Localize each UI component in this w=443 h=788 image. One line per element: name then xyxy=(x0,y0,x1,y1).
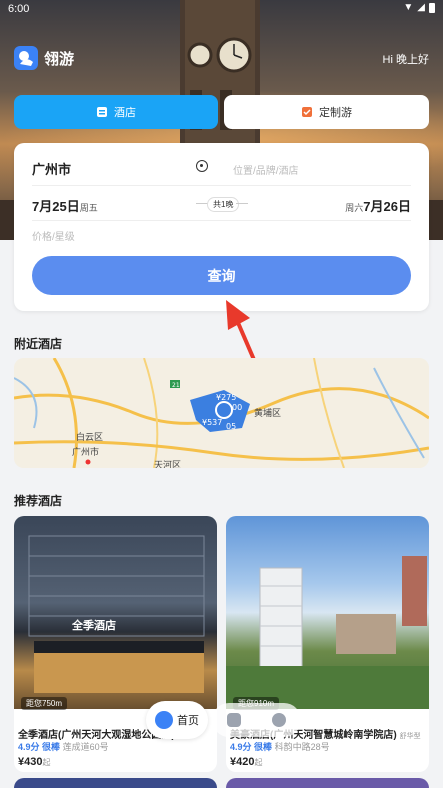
hotel-sign: 全季酒店 xyxy=(71,618,116,632)
brand: 翎游 xyxy=(14,46,74,70)
nights-badge: 共1晚 xyxy=(207,197,240,212)
search-button[interactable]: 查询 xyxy=(32,256,411,295)
divider xyxy=(32,185,411,186)
nearby-hotels-title: 附近酒店 xyxy=(14,337,63,351)
hotel-price-value: ¥420 xyxy=(230,756,255,768)
bottom-nav: 首页 xyxy=(146,701,301,739)
checkout-weekday: 周六 xyxy=(345,203,364,213)
divider xyxy=(236,203,248,204)
search-card: 广州市 位置/品牌/酒店 7月25日周五 共1晚 周六7月26日 价格/星级 查… xyxy=(14,143,429,311)
price-star-filter[interactable]: 价格/星级 xyxy=(32,228,75,243)
hotel-image xyxy=(226,516,429,709)
nav-home-label: 首页 xyxy=(177,715,199,727)
home-icon xyxy=(155,711,173,729)
hotel-card-peek xyxy=(14,778,217,788)
app-logo-icon xyxy=(14,46,38,70)
app-name: 翎游 xyxy=(44,50,75,68)
map-label: 白云区 xyxy=(76,431,103,443)
wifi-icon: ▼ xyxy=(403,2,414,13)
distance-badge: 距您750m xyxy=(21,697,68,710)
tab-hotel[interactable]: 酒店 xyxy=(14,95,218,129)
tab-custom-tour[interactable]: 定制游 xyxy=(224,95,429,129)
hotel-price-value: ¥430 xyxy=(18,756,43,768)
map-view: 21 ¥275 ¥537 00 05 白云区 广州市 黄埔区 天河区 xyxy=(14,358,429,468)
checkin-date-value: 7月25日 xyxy=(32,199,80,214)
battery-icon xyxy=(429,2,435,13)
hotel-rating: 很棒 xyxy=(42,742,61,752)
route-number: 21 xyxy=(172,382,180,389)
profile-icon[interactable] xyxy=(271,713,286,727)
tab-custom-tour-label: 定制游 xyxy=(319,107,352,119)
map-price-marker[interactable]: ¥537 xyxy=(202,418,222,427)
checkin-date[interactable]: 7月25日周五 xyxy=(32,196,98,215)
hotel-price: ¥420起 xyxy=(230,756,262,768)
map-label: 黄埔区 xyxy=(254,407,281,419)
hotel-meta: 4.9分 很棒 莲成道60号 xyxy=(18,740,109,753)
hotel-rating: 很棒 xyxy=(254,742,273,752)
hotel-price-unit: 起 xyxy=(42,758,51,767)
map-price-marker[interactable]: ¥275 xyxy=(216,393,236,402)
map-label: 广州市 xyxy=(72,446,99,458)
map-price-marker[interactable]: 05 xyxy=(226,422,236,431)
location-search-input[interactable]: 位置/品牌/酒店 xyxy=(233,162,299,177)
hotel-address: 科韵中路28号 xyxy=(274,742,330,752)
signal-icon: ◢ xyxy=(417,2,425,13)
status-bar: 6:00 ▼ ◢ xyxy=(0,0,443,18)
orders-icon[interactable] xyxy=(227,713,242,727)
checkout-date-value: 7月26日 xyxy=(363,199,411,214)
hotel-icon xyxy=(97,107,107,117)
status-time: 6:00 xyxy=(8,3,30,15)
map-price-marker[interactable]: 00 xyxy=(232,403,242,412)
custom-tour-icon xyxy=(302,107,312,117)
map-label: 天河区 xyxy=(154,459,181,468)
tab-hotel-label: 酒店 xyxy=(114,107,136,119)
greeting-text: Hi 晚上好 xyxy=(382,54,429,66)
hotel-image: 全季酒店 xyxy=(14,516,217,709)
city-selector[interactable]: 广州市 xyxy=(32,159,71,178)
hotel-meta: 4.9分 很棒 科韵中路28号 xyxy=(230,740,330,753)
hotel-price-unit: 起 xyxy=(254,758,263,767)
hotel-score: 4.9分 xyxy=(230,742,252,752)
nearby-map[interactable]: 21 ¥275 ¥537 00 05 白云区 广州市 黄埔区 天河区 xyxy=(14,358,429,468)
hotel-type-tag: 舒华型 xyxy=(399,733,421,740)
hotel-score: 4.9分 xyxy=(18,742,40,752)
nav-other xyxy=(212,703,301,737)
locate-icon[interactable] xyxy=(196,160,208,172)
divider xyxy=(32,220,411,221)
hotel-address: 莲成道60号 xyxy=(62,742,109,752)
hotel-card-peek xyxy=(226,778,429,788)
nav-home[interactable]: 首页 xyxy=(146,701,208,739)
checkout-date[interactable]: 周六7月26日 xyxy=(345,196,411,215)
checkin-weekday: 周五 xyxy=(79,203,98,213)
recommended-hotels-title: 推荐酒店 xyxy=(14,494,63,508)
hotel-price: ¥430起 xyxy=(18,756,50,768)
